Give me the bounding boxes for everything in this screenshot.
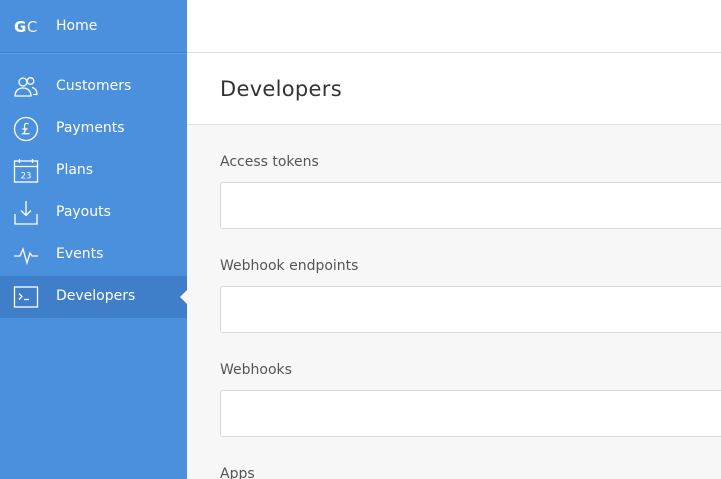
customers-icon <box>13 74 39 100</box>
sidebar: GC Home Customers Payments 23 Plans Payo… <box>0 0 187 479</box>
sidebar-home-row[interactable]: GC Home <box>0 0 187 53</box>
svg-text:23: 23 <box>21 172 32 182</box>
pulse-icon <box>13 242 39 268</box>
gc-logo[interactable]: GC <box>14 18 38 36</box>
access-tokens-panel[interactable] <box>220 182 721 229</box>
webhook-endpoints-panel[interactable] <box>220 286 721 333</box>
terminal-icon <box>13 284 39 310</box>
sidebar-item-label: Payouts <box>56 204 111 220</box>
active-caret <box>180 290 187 304</box>
download-icon <box>13 200 39 226</box>
section-label-access-tokens: Access tokens <box>220 154 319 170</box>
sidebar-item-label: Events <box>56 246 104 262</box>
section-label-apps: Apps <box>220 466 255 479</box>
sidebar-item-label: Customers <box>56 78 132 94</box>
sidebar-item-developers[interactable]: Developers <box>0 276 187 318</box>
sidebar-item-payouts[interactable]: Payouts <box>0 192 187 234</box>
section-label-webhooks: Webhooks <box>220 362 292 378</box>
section-label-webhook-endpoints: Webhook endpoints <box>220 258 359 274</box>
sidebar-item-label: Developers <box>56 288 136 304</box>
sidebar-item-events[interactable]: Events <box>0 234 187 276</box>
webhooks-panel[interactable] <box>220 390 721 437</box>
top-bar <box>187 0 721 53</box>
pound-icon <box>13 116 39 142</box>
sidebar-item-label: Plans <box>56 162 94 178</box>
sidebar-item-label: Payments <box>56 120 125 136</box>
sidebar-item-plans[interactable]: 23 Plans <box>0 150 187 192</box>
page-title: Developers <box>220 77 342 101</box>
calendar-icon: 23 <box>13 158 39 184</box>
sidebar-item-home-label[interactable]: Home <box>56 18 97 34</box>
sidebar-item-payments[interactable]: Payments <box>0 108 187 150</box>
sidebar-item-customers[interactable]: Customers <box>0 66 187 108</box>
page-header: Developers <box>187 53 721 125</box>
